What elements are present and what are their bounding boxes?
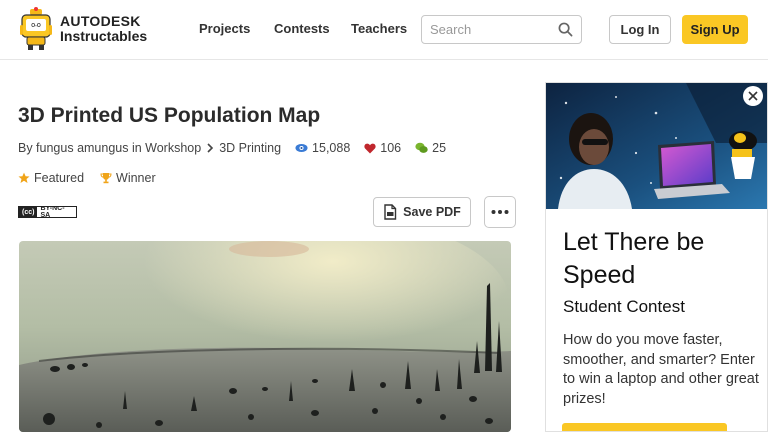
page-title: 3D Printed US Population Map — [18, 104, 321, 127]
category-link[interactable]: 3D Printing — [219, 141, 281, 155]
winner-label: Winner — [116, 171, 156, 185]
contest-ad[interactable]: Let There be Speed Student Contest How d… — [545, 82, 768, 432]
robot-mascot-icon: O-O — [18, 7, 54, 51]
nav-teachers[interactable]: Teachers — [351, 21, 407, 36]
comments-icon — [415, 142, 428, 153]
ad-banner-image — [546, 83, 767, 209]
article-meta: By fungus amungus in Workshop 3D Printin… — [18, 141, 446, 155]
winner-badge: Winner — [100, 171, 156, 185]
pdf-file-icon — [384, 204, 397, 220]
save-pdf-label: Save PDF — [403, 205, 461, 219]
brand-line-instructables: Instructables — [60, 28, 148, 44]
nav-projects[interactable]: Projects — [199, 21, 250, 36]
save-pdf-button[interactable]: Save PDF — [373, 197, 471, 227]
author-byline[interactable]: By fungus amungus in Workshop — [18, 141, 201, 155]
comments-stat: 25 — [415, 141, 446, 155]
project-hero-image[interactable] — [19, 241, 511, 432]
views-count: 15,088 — [312, 141, 351, 155]
search-input[interactable] — [430, 22, 555, 37]
heart-icon — [364, 143, 376, 153]
signup-button[interactable]: Sign Up — [682, 15, 748, 44]
top-header: O-O AUTODESK Instructables Projects Cont… — [0, 0, 768, 60]
brand-line-autodesk: AUTODESK — [60, 13, 141, 29]
license-type: BY-NC-SA — [40, 206, 65, 218]
more-options-button[interactable] — [484, 196, 516, 228]
close-icon — [748, 91, 758, 101]
login-button[interactable]: Log In — [609, 15, 671, 44]
views-stat: 15,088 — [295, 141, 350, 155]
svg-text:O-O: O-O — [31, 23, 41, 29]
eye-icon — [295, 144, 308, 152]
star-icon — [18, 172, 30, 183]
trophy-icon — [100, 173, 112, 184]
search-icon[interactable] — [558, 22, 573, 37]
comments-count: 25 — [432, 141, 447, 155]
ad-body-text: How do you move faster, smoother, and sm… — [563, 332, 759, 407]
featured-badge: Featured — [18, 171, 84, 185]
favorites-stat: 106 — [364, 141, 401, 155]
nav-contests[interactable]: Contests — [274, 21, 330, 36]
license-badge[interactable]: (cc) BY-NC-SA — [18, 206, 77, 218]
instructables-logo[interactable]: O-O AUTODESK Instructables — [18, 7, 147, 51]
brand-wordmark: AUTODESK Instructables — [60, 14, 147, 44]
favorites-count: 106 — [380, 141, 402, 155]
featured-label: Featured — [34, 171, 85, 185]
ad-cta-button[interactable] — [562, 423, 727, 431]
ad-headline: Let There be Speed — [563, 228, 705, 289]
search-box[interactable] — [421, 15, 582, 44]
ad-close-button[interactable] — [743, 86, 763, 106]
award-badges: Featured Winner — [18, 171, 172, 185]
chevron-right-icon — [207, 143, 214, 153]
cc-mark: (cc) — [19, 207, 38, 217]
more-dots-icon — [491, 210, 509, 214]
population-map-photo — [19, 241, 511, 432]
ad-subheadline: Student Contest — [563, 297, 685, 316]
